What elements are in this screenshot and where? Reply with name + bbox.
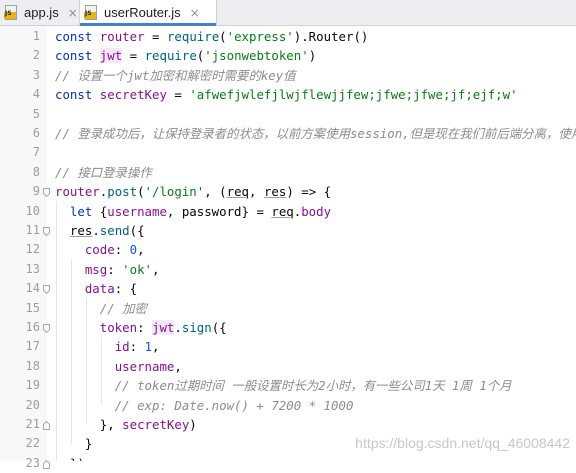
code-comment: // 登录成功后，让保持登录者的状态，以前方案使用session,但是现在我们前… bbox=[55, 126, 576, 141]
line-number: 2 bbox=[32, 48, 40, 63]
line-number: 14 bbox=[25, 281, 40, 296]
close-icon[interactable]: × bbox=[190, 6, 200, 20]
code-line: } bbox=[84, 436, 93, 452]
line-number: 19 bbox=[25, 378, 40, 393]
code-comment: // token过期时间 一般设置时长为2小时，有一些公司1天 1周 1个月 bbox=[114, 378, 512, 394]
code-line: data: { bbox=[84, 281, 138, 297]
fold-close-icon[interactable] bbox=[43, 460, 50, 469]
line-number: 20 bbox=[25, 397, 40, 412]
code-line: const router = require('express').Router… bbox=[55, 29, 369, 44]
fold-close-icon[interactable] bbox=[43, 421, 50, 430]
code-editor[interactable]: const router = require('express').Router… bbox=[55, 26, 576, 461]
line-number: 13 bbox=[25, 261, 40, 276]
line-number: 5 bbox=[32, 106, 40, 121]
line-number: 17 bbox=[25, 339, 40, 354]
code-line: const secretKey = 'afwefjwlefjlwjflewjjf… bbox=[55, 87, 518, 103]
js-file-icon: JS bbox=[4, 5, 18, 20]
line-number: 1 bbox=[32, 29, 40, 43]
code-line: username, bbox=[114, 358, 182, 374]
tab-user-router-js[interactable]: JS userRouter.js × bbox=[79, 0, 217, 26]
code-comment: // exp: Date.now() + 7200 * 1000 bbox=[114, 397, 354, 413]
line-number: 10 bbox=[25, 203, 40, 218]
fold-open-icon[interactable] bbox=[43, 324, 50, 333]
tab-label: userRouter.js bbox=[104, 5, 181, 20]
fold-open-icon[interactable] bbox=[43, 227, 50, 236]
line-number: 6 bbox=[32, 126, 40, 140]
code-line: res.send({ bbox=[69, 223, 145, 238]
line-number: 8 bbox=[32, 164, 40, 179]
code-comment: // 设置一个jwt加密和解密时需要的key值 bbox=[55, 67, 296, 83]
line-number: 15 bbox=[25, 300, 40, 315]
code-line: }) bbox=[55, 454, 85, 461]
fold-open-icon[interactable] bbox=[43, 285, 50, 294]
tab-app-js[interactable]: JS app.js × bbox=[0, 0, 79, 25]
line-number: 3 bbox=[32, 67, 40, 82]
code-line: code: 0, bbox=[84, 242, 145, 258]
watermark: https://blog.csdn.net/qq_46008442 bbox=[355, 435, 570, 451]
line-number: 11 bbox=[25, 223, 40, 237]
line-number: 23 bbox=[25, 455, 40, 470]
js-file-icon: JS bbox=[84, 5, 98, 20]
fold-open-icon[interactable] bbox=[43, 188, 50, 197]
code-comment: // 加密 bbox=[99, 300, 147, 316]
line-number: 4 bbox=[32, 87, 40, 102]
tab-label: app.js bbox=[24, 5, 59, 20]
line-number: 7 bbox=[32, 145, 40, 160]
code-line: }, secretKey) bbox=[99, 417, 197, 432]
line-number: 22 bbox=[25, 436, 40, 451]
line-number-gutter: 1 2 3 4 5 6 7 8 9 10 11 12 13 14 15 16 1… bbox=[0, 26, 50, 470]
code-line: let {username, password} = req.body bbox=[69, 203, 332, 219]
code-line: router.post('/login', (req, res) => { bbox=[55, 184, 332, 200]
code-line: token: jwt.sign({ bbox=[99, 320, 227, 335]
line-number: 16 bbox=[25, 320, 40, 334]
code-line: id: 1, bbox=[114, 339, 160, 355]
line-number: 18 bbox=[25, 358, 40, 373]
line-number: 21 bbox=[25, 417, 40, 431]
editor-tab-bar: JS app.js × JS userRouter.js × bbox=[0, 0, 576, 26]
line-number: 12 bbox=[25, 242, 40, 257]
code-line: msg: 'ok', bbox=[84, 261, 160, 277]
code-line: const jwt = require('jsonwebtoken') bbox=[55, 48, 317, 64]
line-number: 9 bbox=[32, 184, 40, 199]
close-icon[interactable]: × bbox=[68, 6, 78, 20]
code-comment: // 接口登录操作 bbox=[55, 164, 152, 180]
